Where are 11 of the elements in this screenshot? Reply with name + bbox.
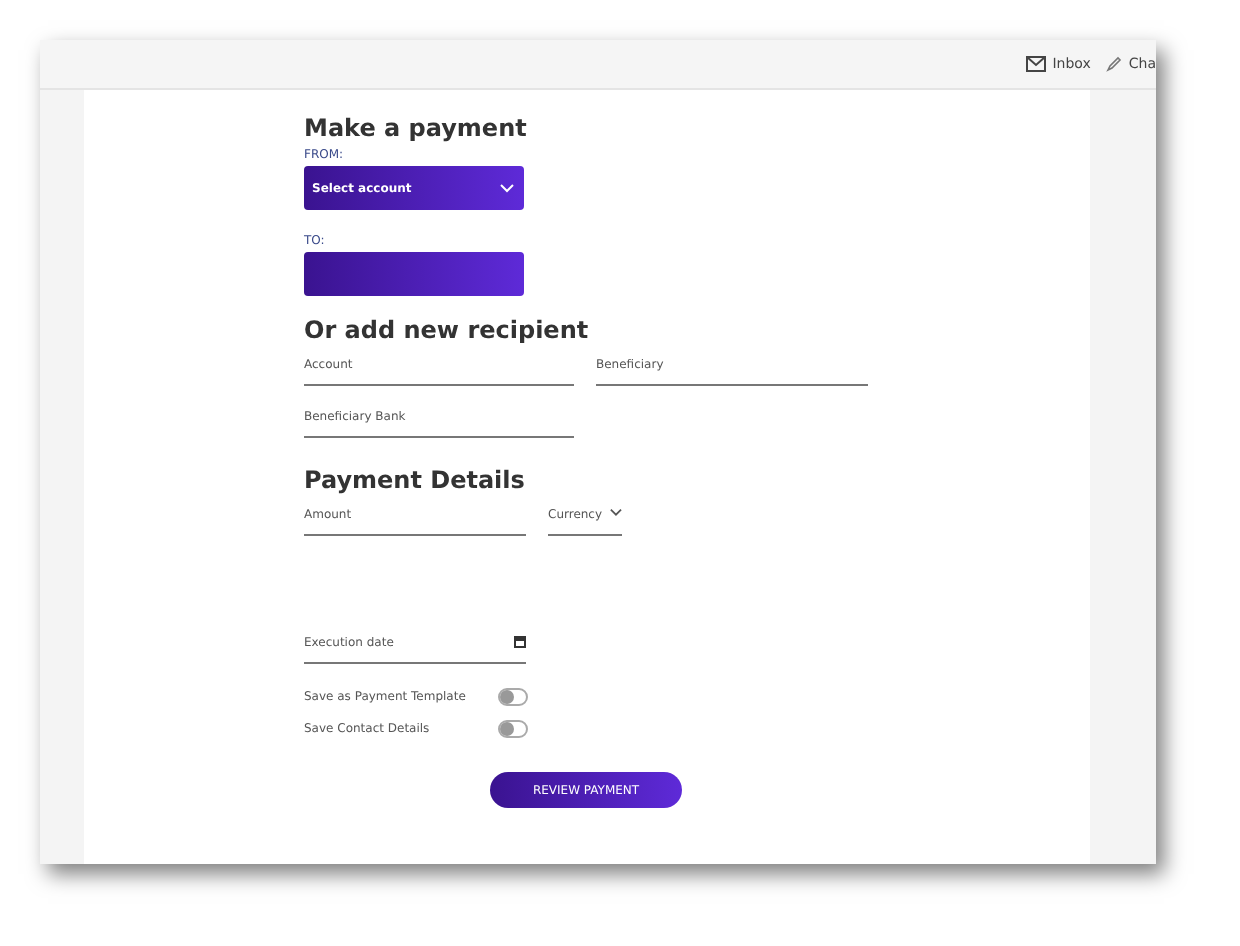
calendar-icon: [514, 636, 526, 648]
section-title: Or add new recipient: [304, 316, 591, 346]
toggle-switch[interactable]: [498, 719, 528, 737]
chevron-down-icon: [500, 183, 514, 193]
recipient-dropdown[interactable]: [304, 252, 524, 296]
toggle-switch[interactable]: [498, 687, 528, 705]
chevron-down-icon: [610, 508, 622, 518]
page-title: Make a payment: [304, 114, 529, 144]
pen-icon: [1106, 56, 1123, 72]
mail-icon: [1026, 56, 1047, 72]
section-title: Payment Details: [304, 466, 527, 496]
